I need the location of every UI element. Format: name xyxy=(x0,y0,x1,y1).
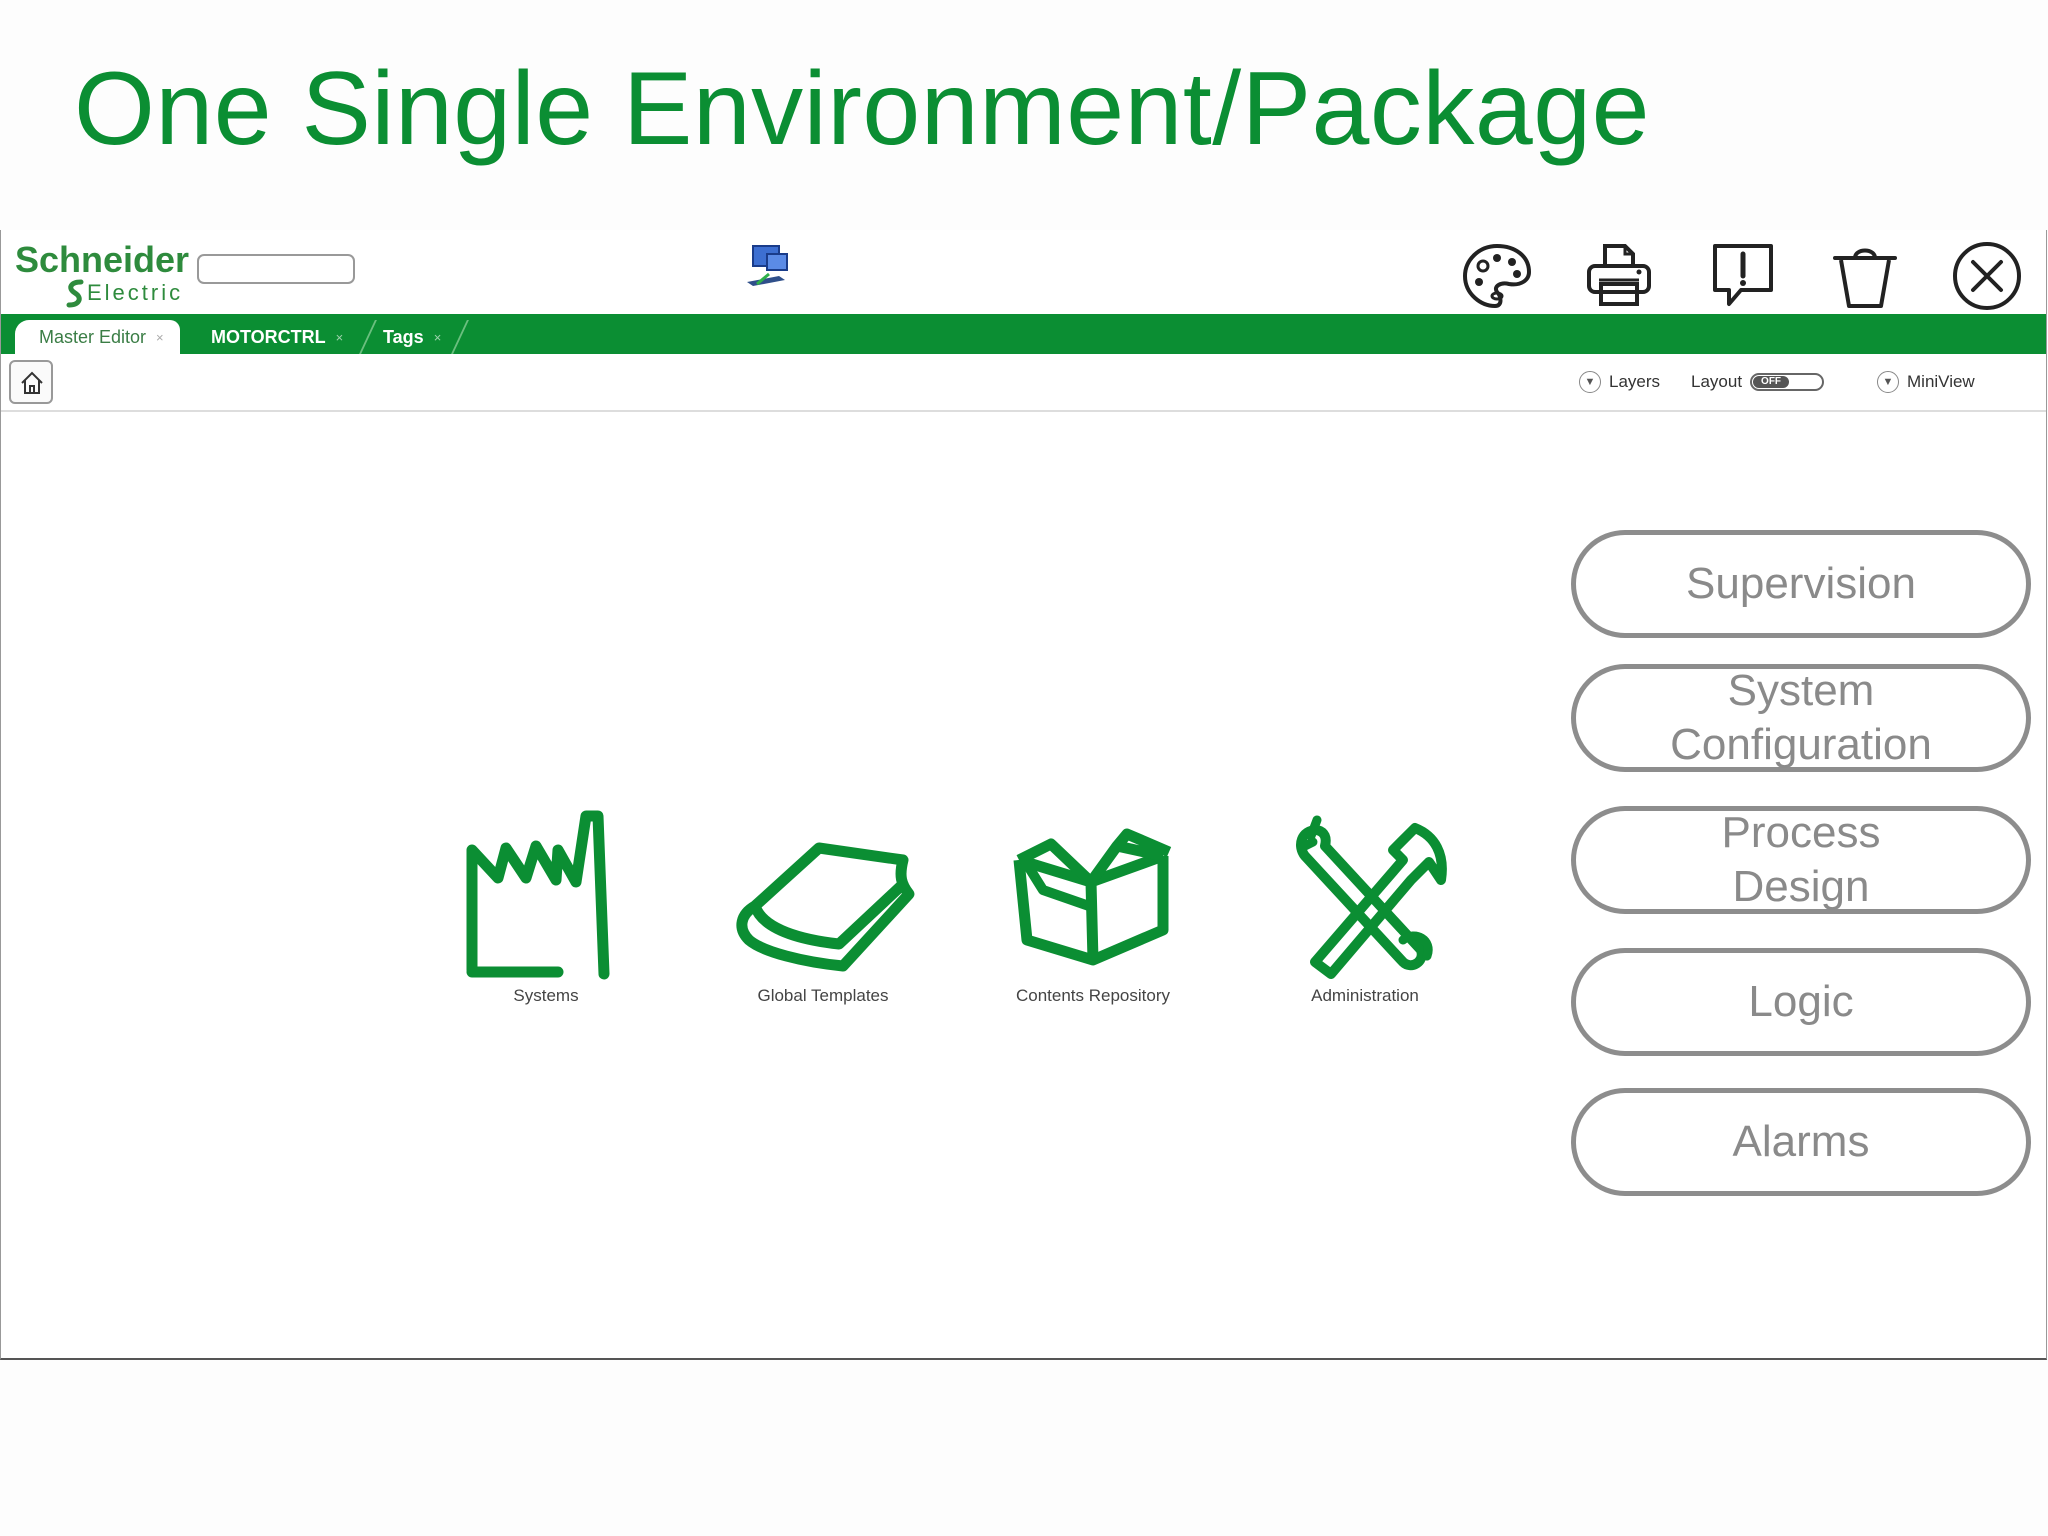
header-search-input[interactable] xyxy=(197,254,355,284)
tab-label: MOTORCTRL xyxy=(211,326,326,347)
slide-title: One Single Environment/Package xyxy=(74,51,1650,167)
button-label-line1: Process xyxy=(1721,808,1881,858)
supervision-button[interactable]: Supervision xyxy=(1571,530,2031,638)
layout-switch-state: OFF xyxy=(1753,376,1790,388)
factory-icon xyxy=(466,810,610,980)
trash-icon[interactable] xyxy=(1825,236,1905,316)
button-label-line2: Configuration xyxy=(1670,720,1932,769)
layout-label: Layout xyxy=(1691,372,1743,391)
box-icon xyxy=(1013,828,1172,966)
tab-master-editor[interactable]: Master Editor × xyxy=(15,320,180,354)
miniview-toggle[interactable]: ▼ MiniView xyxy=(1877,368,1975,396)
tile-global-templates[interactable]: Global Templates xyxy=(713,790,933,1010)
home-icon xyxy=(21,371,43,394)
tab-label: Master Editor xyxy=(39,326,147,347)
tab-tags[interactable]: Tags × xyxy=(383,320,441,354)
layers-label: Layers xyxy=(1609,372,1661,391)
logo-name: Schneider xyxy=(15,239,190,280)
button-label: Supervision xyxy=(1686,559,1916,609)
tab-motorctrl[interactable]: MOTORCTRL × xyxy=(211,320,343,354)
miniview-label: MiniView xyxy=(1907,372,1975,391)
home-button[interactable] xyxy=(9,360,53,404)
tab-bar: Master Editor × MOTORCTRL × Tags × xyxy=(1,314,2046,354)
button-label-line1: System xyxy=(1727,666,1875,716)
tile-contents-repository[interactable]: Contents Repository xyxy=(983,790,1203,1010)
layers-toggle[interactable]: ▼ Layers xyxy=(1579,368,1660,396)
tile-label: Systems xyxy=(513,986,579,1005)
toolbar: ▼ Layers Layout OFF ▼ MiniView xyxy=(1,354,2046,412)
palette-icon[interactable] xyxy=(1457,236,1537,316)
layout-toggle[interactable]: Layout OFF xyxy=(1691,368,1825,396)
tab-close-icon[interactable]: × xyxy=(434,330,442,345)
logo-sub: Electric xyxy=(87,280,184,305)
button-label: Alarms xyxy=(1732,1117,1870,1167)
tile-label: Contents Repository xyxy=(1015,986,1171,1005)
schneider-logo: Schneider Electric xyxy=(15,240,195,310)
close-icon[interactable] xyxy=(1947,236,2027,316)
app-window: Schneider Electric Master Editor × MOTOR… xyxy=(0,230,2047,1360)
tab-separator xyxy=(451,320,469,354)
book-icon xyxy=(736,842,915,972)
tile-systems[interactable]: Systems xyxy=(436,790,656,1010)
tile-label: Global Templates xyxy=(757,986,889,1005)
printer-icon[interactable] xyxy=(1579,236,1659,316)
button-label-line2: Design xyxy=(1732,862,1870,911)
tab-separator xyxy=(359,320,377,354)
network-computers-icon[interactable] xyxy=(739,240,795,296)
alarms-button[interactable]: Alarms xyxy=(1571,1088,2031,1196)
tab-close-icon[interactable]: × xyxy=(156,330,164,345)
tab-close-icon[interactable]: × xyxy=(336,330,344,345)
layout-switch[interactable]: OFF xyxy=(1750,373,1825,391)
tile-administration[interactable]: Administration xyxy=(1255,790,1475,1010)
logo-mark-icon xyxy=(66,279,84,308)
app-header: Schneider Electric xyxy=(1,230,2046,314)
button-label: Logic xyxy=(1748,977,1854,1027)
alert-icon[interactable] xyxy=(1703,236,1783,316)
chevron-down-icon: ▼ xyxy=(1579,371,1601,393)
tab-label: Tags xyxy=(383,326,424,347)
tools-icon xyxy=(1296,815,1447,979)
logic-button[interactable]: Logic xyxy=(1571,948,2031,1056)
tile-label: Administration xyxy=(1311,986,1419,1005)
system-configuration-button[interactable]: System Configuration xyxy=(1571,664,2031,772)
chevron-down-icon: ▼ xyxy=(1877,371,1899,393)
process-design-button[interactable]: Process Design xyxy=(1571,806,2031,914)
